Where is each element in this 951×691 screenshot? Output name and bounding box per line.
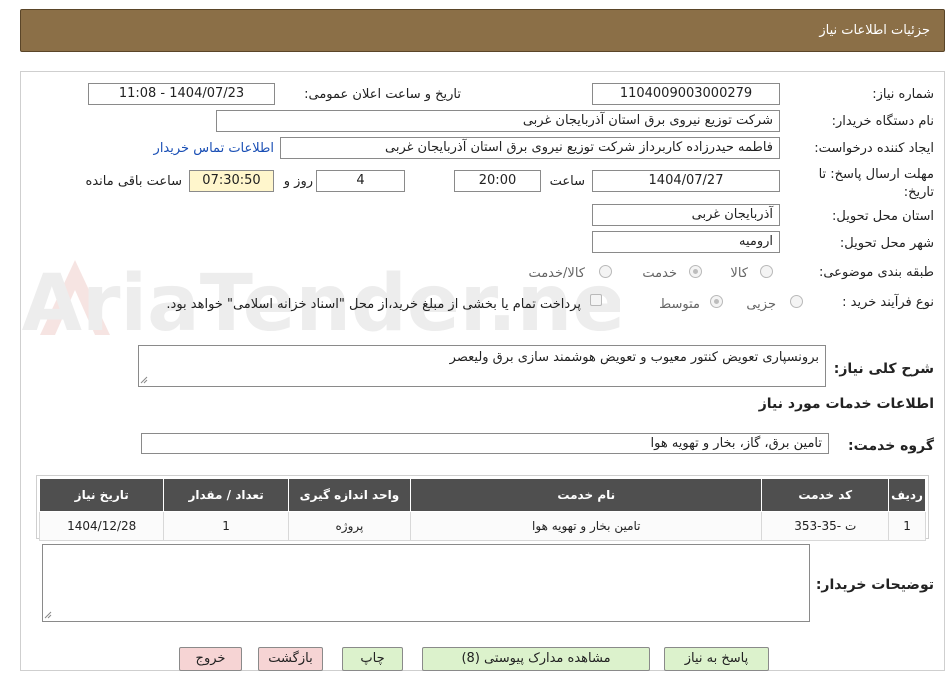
requester-field: فاطمه حیدرزاده کاربرداز شرکت توزیع نیروی… bbox=[280, 137, 780, 159]
remaining-label: ساعت باقی مانده bbox=[85, 174, 182, 189]
category-goods-label: کالا bbox=[730, 266, 748, 281]
services-title: اطلاعات خدمات مورد نیاز bbox=[758, 396, 934, 412]
reply-button[interactable]: پاسخ به نیاز bbox=[664, 647, 769, 671]
resize-handle-icon[interactable] bbox=[44, 611, 52, 619]
col-header-date: تاریخ نیاز bbox=[38, 478, 165, 512]
announce-label: تاریخ و ساعت اعلان عمومی: bbox=[304, 87, 461, 102]
requester-label: ایجاد کننده درخواست: bbox=[814, 141, 934, 156]
category-goods-radio[interactable] bbox=[760, 265, 773, 278]
deadline-time-field: 20:00 bbox=[454, 170, 541, 192]
province-label: استان محل تحویل: bbox=[832, 209, 934, 224]
process-label: نوع فرآیند خرید : bbox=[842, 295, 934, 310]
category-both-radio[interactable] bbox=[599, 265, 612, 278]
page-title: جزئیات اطلاعات نیاز bbox=[819, 23, 930, 38]
page-header: جزئیات اطلاعات نیاز bbox=[20, 9, 945, 52]
process-minor-radio[interactable] bbox=[790, 295, 803, 308]
resize-handle-icon[interactable] bbox=[140, 376, 148, 384]
city-field: ارومیه bbox=[592, 231, 780, 253]
need-number-field: 1104009003000279 bbox=[592, 83, 780, 105]
buyer-notes-field[interactable] bbox=[42, 544, 810, 622]
announce-field: 1404/07/23 - 11:08 bbox=[88, 83, 275, 105]
col-header-code: کد خدمت bbox=[761, 478, 890, 512]
service-group-label: گروه خدمت: bbox=[848, 438, 934, 454]
col-header-unit: واحد اندازه گیری bbox=[287, 478, 412, 512]
deadline-time-label: ساعت bbox=[549, 174, 585, 189]
days-label: روز و bbox=[283, 174, 313, 189]
buyer-contact-link[interactable]: اطلاعات تماس خریدار bbox=[154, 141, 274, 156]
exit-button[interactable]: خروج bbox=[179, 647, 242, 671]
col-header-row: ردیف bbox=[888, 478, 926, 512]
need-number-label: شماره نیاز: bbox=[872, 87, 934, 102]
city-label: شهر محل تحویل: bbox=[839, 236, 934, 251]
process-medium-label: متوسط bbox=[659, 297, 700, 312]
cell-code: ت -35-353 bbox=[761, 511, 890, 541]
category-service-radio[interactable] bbox=[689, 265, 702, 278]
col-header-name: نام خدمت bbox=[410, 478, 763, 512]
back-button[interactable]: بازگشت bbox=[258, 647, 323, 671]
treasury-payment-checkbox[interactable] bbox=[590, 294, 602, 306]
category-both-label: کالا/خدمت bbox=[528, 266, 585, 281]
services-table: ردیف کد خدمت نام خدمت واحد اندازه گیری ت… bbox=[38, 478, 926, 541]
category-service-label: خدمت bbox=[642, 266, 677, 281]
attachments-button[interactable]: مشاهده مدارک پیوستی (8) bbox=[422, 647, 650, 671]
cell-date: 1404/12/28 bbox=[38, 511, 165, 541]
cell-row: 1 bbox=[888, 511, 926, 541]
category-label: طبقه بندی موضوعی: bbox=[818, 265, 934, 280]
cell-unit: پروژه bbox=[287, 511, 412, 541]
buyer-notes-label: توضیحات خریدار: bbox=[815, 577, 934, 593]
description-field: برونسپاری تعویض کنتور معیوب و تعویض هوشم… bbox=[138, 345, 826, 387]
cell-name: تامین بخار و تهویه هوا bbox=[410, 511, 763, 541]
remaining-time-field: 07:30:50 bbox=[189, 170, 274, 192]
table-row: 1 ت -35-353 تامین بخار و تهویه هوا پروژه… bbox=[38, 511, 926, 541]
process-medium-radio[interactable] bbox=[710, 295, 723, 308]
print-button[interactable]: چاپ bbox=[342, 647, 403, 671]
deadline-date-field: 1404/07/27 bbox=[592, 170, 780, 192]
treasury-payment-note: پرداخت تمام یا بخشی از مبلغ خرید،از محل … bbox=[166, 297, 581, 312]
cell-qty: 1 bbox=[163, 511, 289, 541]
deadline-label: مهلت ارسال پاسخ: تا تاریخ: bbox=[818, 167, 934, 200]
description-label: شرح کلی نیاز: bbox=[833, 361, 934, 377]
buyer-org-field: شرکت توزیع نیروی برق استان آذربایجان غرب… bbox=[216, 110, 780, 132]
col-header-qty: تعداد / مقدار bbox=[163, 478, 289, 512]
table-header-row: ردیف کد خدمت نام خدمت واحد اندازه گیری ت… bbox=[38, 478, 926, 512]
buyer-org-label: نام دستگاه خریدار: bbox=[831, 114, 934, 129]
service-group-field: تامین برق، گاز، بخار و تهویه هوا bbox=[141, 433, 829, 454]
process-minor-label: جزیی bbox=[746, 297, 776, 312]
days-field: 4 bbox=[316, 170, 405, 192]
province-field: آذربایجان غربی bbox=[592, 204, 780, 226]
